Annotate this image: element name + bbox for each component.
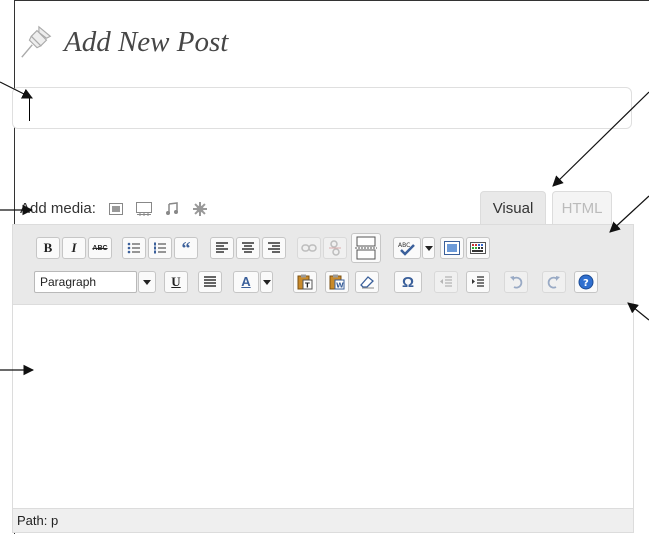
chevron-down-icon [424,245,433,251]
show-kitchen-sink-button[interactable] [466,237,490,259]
underline-button[interactable]: U [164,271,188,293]
insert-link-button[interactable] [297,237,321,259]
unlink-button[interactable] [323,237,347,259]
undo-button[interactable] [504,271,528,293]
outdent-button[interactable] [434,271,458,293]
align-center-icon [242,242,254,253]
eraser-icon [360,276,374,289]
italic-button[interactable]: I [62,237,86,259]
page-title: Add New Post [64,25,229,58]
paste-text-button[interactable]: T [293,271,317,293]
spellcheck-icon: ABC [398,242,415,256]
paste-word-icon: W [329,274,345,290]
numbered-list-button[interactable] [148,237,172,259]
redo-button[interactable] [542,271,566,293]
format-select[interactable]: Paragraph [34,271,137,293]
pushpin-icon [21,25,52,58]
paste-word-button[interactable]: W [325,271,349,293]
tab-visual[interactable]: Visual [480,191,546,225]
add-media-label: Add media: [20,200,96,217]
outdent-icon [440,276,452,287]
editor-toolbar: B I ABC “ ABC Paragraph U A T W Ω ? [12,224,634,305]
help-button[interactable]: ? [574,271,598,293]
bullet-list-button[interactable] [122,237,146,259]
chevron-down-icon [143,279,151,285]
paste-text-icon: T [297,274,313,290]
blockquote-button[interactable]: “ [174,237,198,259]
bold-button[interactable]: B [36,237,60,259]
element-path: Path: p [17,513,59,528]
add-image-icon[interactable] [108,201,124,217]
add-video-icon[interactable] [135,201,152,217]
editor-content-area[interactable] [12,305,634,508]
align-center-button[interactable] [236,237,260,259]
tab-html[interactable]: HTML [552,191,612,225]
text-caret [29,97,30,121]
remove-formatting-button[interactable] [355,271,379,293]
kitchen-sink-icon [470,242,486,254]
spellcheck-button[interactable]: ABC [393,237,421,259]
svg-text:W: W [336,282,344,290]
text-color-button[interactable]: A [233,271,259,293]
text-color-letter: A [241,274,251,289]
page-header: Add New Post [18,20,228,64]
strikethrough-button[interactable]: ABC [88,237,112,259]
format-select-dropdown[interactable] [138,271,156,293]
svg-text:ABC: ABC [398,242,410,249]
add-media-icon[interactable] [192,201,208,217]
link-icon [301,244,317,252]
insert-more-button[interactable] [351,233,381,263]
special-character-button[interactable]: Ω [394,271,422,293]
help-icon: ? [578,274,594,290]
text-color-dropdown[interactable] [260,271,273,293]
fullscreen-button[interactable] [440,237,464,259]
add-media-bar: Add media: [20,200,220,217]
align-right-button[interactable] [262,237,286,259]
more-tag-icon [355,236,377,260]
chevron-down-icon [262,279,271,285]
align-left-icon [216,242,228,253]
svg-text:T: T [305,282,310,290]
spellcheck-dropdown[interactable] [422,237,435,259]
editor-statusbar: Path: p [12,508,634,533]
indent-button[interactable] [466,271,490,293]
fullscreen-icon [444,241,460,255]
align-justify-button[interactable] [198,271,222,293]
unlink-icon [329,240,341,256]
indent-icon [472,276,484,287]
align-left-button[interactable] [210,237,234,259]
post-title-input[interactable] [12,87,632,129]
numbered-list-icon [154,242,166,254]
svg-text:?: ? [583,278,589,289]
align-justify-icon [204,276,216,287]
bullet-list-icon [127,242,140,254]
align-right-icon [268,242,280,253]
redo-icon [547,276,560,289]
undo-icon [510,276,523,289]
add-audio-icon[interactable] [164,201,180,217]
